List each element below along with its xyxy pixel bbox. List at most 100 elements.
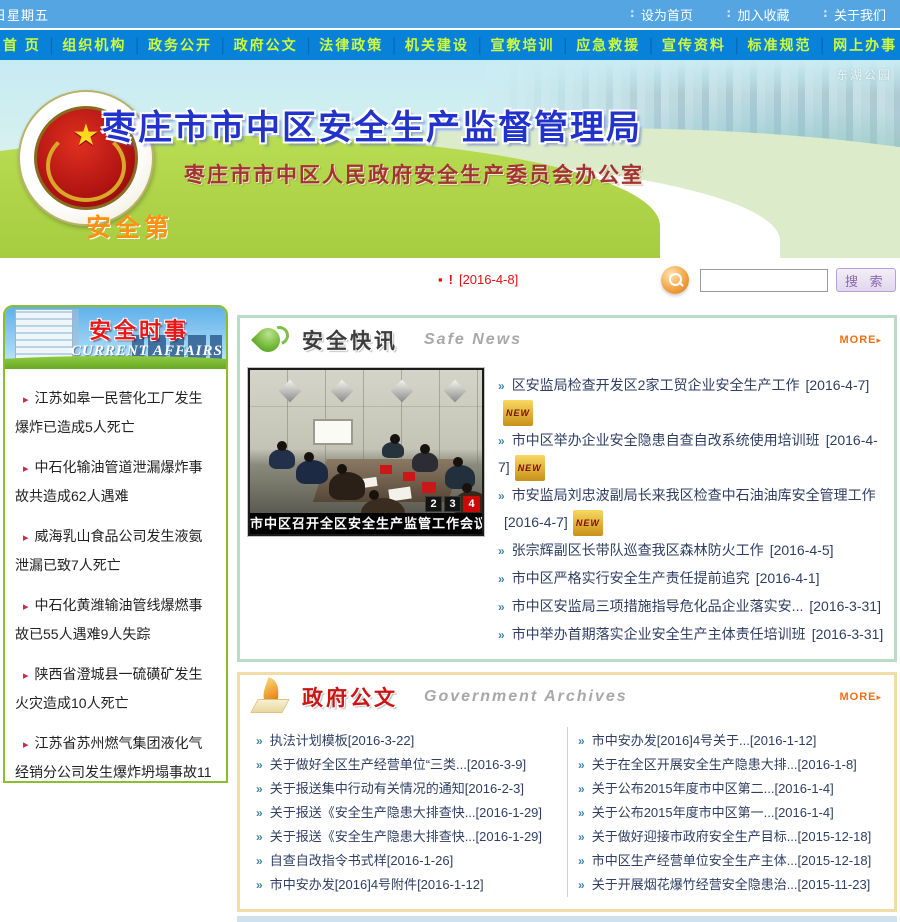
page-button-3[interactable]: 3	[444, 496, 461, 512]
doc-link[interactable]: 市中区生产经营单位安全生产主体...	[592, 853, 798, 868]
list-item[interactable]: »市中安办发[2016]4号附件[2016-1-12]	[256, 873, 559, 897]
nav-separator: ｜	[557, 33, 573, 57]
megaphone-icon	[252, 323, 292, 357]
news-date: [2016-3-31]	[812, 626, 884, 642]
news-text: 中石化黄潍输油管线爆燃事故已55人遇难9人失踪	[15, 597, 203, 642]
news-link[interactable]: 区安监局检查开发区2家工贸企业安全生产工作	[512, 377, 800, 393]
doc-link[interactable]: 关于在全区开展安全生产隐患大排...	[592, 757, 798, 772]
more-link[interactable]: MORE▸	[839, 334, 882, 346]
photo-person	[329, 472, 365, 500]
site-title-block: 枣庄市市中区安全生产监督管理局 枣庄市市中区人民政府安全生产委员会办公室	[102, 100, 644, 189]
site-subtitle: 枣庄市市中区人民政府安全生产委员会办公室	[184, 159, 644, 189]
list-item[interactable]: » 关于公布2015年度市中区第一...[2016-1-4]	[578, 801, 880, 825]
safe-news-header: 安全快讯 Safe News MORE▸	[240, 318, 894, 362]
nav-item-laws[interactable]: 法律政策	[319, 35, 383, 55]
nav-item-agency-building[interactable]: 机关建设	[405, 35, 469, 55]
doc-link[interactable]: 关于开展烟花爆竹经营安全隐患治...	[592, 877, 798, 892]
news-link[interactable]: 市中区举办企业安全隐患自查自改系统使用培训班	[512, 432, 820, 448]
section-subtitle: Safe News	[424, 331, 522, 349]
news-date: [2016-3-31]	[809, 598, 881, 614]
nav-item-gov-affairs[interactable]: 政务公开	[148, 35, 212, 55]
add-favorite-link[interactable]: ∶加入收藏	[727, 5, 790, 24]
list-item[interactable]: »关于报送集中行动有关情况的通知[2016-2-3]	[256, 777, 559, 801]
about-us-link[interactable]: ∶关于我们	[823, 5, 886, 24]
list-item[interactable]: ▸中石化黄潍输油管线爆燃事故已55人遇难9人失踪	[15, 592, 216, 648]
list-item[interactable]: »市中区安监局三项措施指导危化品企业落实安...[2016-3-31]	[498, 593, 884, 620]
more-link[interactable]: MORE▸	[839, 691, 882, 703]
list-item[interactable]: »关于做好迎接市政府安全生产目标...[2015-12-18]	[578, 825, 880, 849]
arrow-icon: »	[256, 758, 263, 772]
list-item[interactable]: »市中区举办企业安全隐患自查自改系统使用培训班[2016-4-7]NEW	[498, 427, 884, 481]
nav-item-gov-documents[interactable]: 政府公文	[234, 35, 298, 55]
link-label: 加入收藏	[737, 5, 789, 24]
list-item[interactable]: »关于报送《安全生产隐患大排查快...[2016-1-29]	[256, 801, 559, 825]
arrow-icon: »	[578, 878, 585, 892]
date-value: [2016-4-8]	[459, 272, 518, 287]
list-item[interactable]: »关于公布2015年度市中区第二...[2016-1-4]	[578, 777, 880, 801]
list-item[interactable]: »市中举办首期落实企业安全生产主体责任培训班[2016-3-31]	[498, 621, 884, 648]
list-item[interactable]: ▸中石化输油管道泄漏爆炸事故共造成62人遇难	[15, 454, 216, 510]
nav-separator: ｜	[643, 33, 659, 57]
nav-item-emergency[interactable]: 应急救援	[576, 35, 640, 55]
doc-link[interactable]: 市中安办发[2016]4号关于...	[592, 733, 750, 748]
doc-link[interactable]: 执法计划模板	[270, 733, 348, 748]
nav-separator: ｜	[472, 33, 488, 57]
nav-item-home[interactable]: 首 页	[3, 35, 41, 55]
bullet-icon: ▪	[438, 272, 443, 287]
list-item[interactable]: »关于报送《安全生产隐患大排查快...[2016-1-29]	[256, 825, 559, 849]
doc-link[interactable]: 关于做好迎接市政府安全生产目标...	[592, 829, 798, 844]
news-link[interactable]: 市安监局刘忠波副局长来我区检查中石油油库安全管理工作	[512, 487, 876, 503]
doc-date: [2016-1-4]	[774, 805, 833, 820]
arrow-icon: »	[498, 434, 505, 448]
arrow-icon: »	[578, 782, 585, 796]
set-homepage-link[interactable]: ∶设为首页	[630, 5, 693, 24]
doc-link[interactable]: 市中安办发[2016]4号附件	[270, 877, 417, 892]
news-link[interactable]: 张宗辉副区长带队巡查我区森林防火工作	[512, 542, 764, 558]
list-item[interactable]: »自查自改指令书式样[2016-1-26]	[256, 849, 559, 873]
list-item[interactable]: »关于做好全区生产经营单位“三类...[2016-3-9]	[256, 753, 559, 777]
list-item[interactable]: ▸江苏如皋一民营化工厂发生爆炸已造成5人死亡	[15, 385, 216, 441]
news-link[interactable]: 市中区严格实行安全生产责任提前追究	[512, 570, 750, 586]
arrow-icon: »	[578, 758, 585, 772]
list-item[interactable]: »执法计划模板[2016-3-22]	[256, 729, 559, 753]
doc-link[interactable]: 关于公布2015年度市中区第一...	[592, 805, 775, 820]
page-button-4-active[interactable]: 4	[463, 496, 480, 512]
current-date-text: 日星期五	[0, 5, 49, 24]
site-title: 枣庄市市中区安全生产监督管理局	[102, 100, 644, 149]
list-item[interactable]: ▸江苏省苏州燃气集团液化气经销分公司发生爆炸坍塌事故11人死亡	[15, 730, 216, 783]
search-button[interactable]: 搜 索	[836, 268, 896, 292]
list-item[interactable]: ▸威海乳山食品公司发生液氨泄漏已致7人死亡	[15, 523, 216, 579]
doc-link[interactable]: 关于报送《安全生产隐患大排查快...	[270, 805, 476, 820]
search-icon[interactable]	[661, 266, 689, 294]
doc-link[interactable]: 自查自改指令书式样	[270, 853, 387, 868]
news-link[interactable]: 市中举办首期落实企业安全生产主体责任培训班	[512, 626, 806, 642]
list-item[interactable]: »市中安办发[2016]4号关于...[2016-1-12]	[578, 729, 880, 753]
list-item[interactable]: »区安监局检查开发区2家工贸企业安全生产工作[2016-4-7]NEW	[498, 372, 884, 426]
nav-item-standards[interactable]: 标准规范	[747, 35, 811, 55]
arrow-icon: »	[578, 806, 585, 820]
doc-date: [2016-1-12]	[417, 877, 484, 892]
nav-item-publicity[interactable]: 宣传资料	[662, 35, 726, 55]
list-item[interactable]: »张宗辉副区长带队巡查我区森林防火工作[2016-4-5]	[498, 537, 884, 564]
nav-item-training[interactable]: 宣教培训	[491, 35, 555, 55]
doc-link[interactable]: 关于报送《安全生产隐患大排查快...	[270, 829, 476, 844]
list-item[interactable]: »市中区生产经营单位安全生产主体...[2015-12-18]	[578, 849, 880, 873]
news-photo-carousel[interactable]: 2 3 4 市中区召开全区安全生产监管工作会议	[248, 368, 484, 536]
list-item[interactable]: »市安监局刘忠波副局长来我区检查中石油油库安全管理工作[2016-4-7]NEW	[498, 482, 884, 536]
list-item[interactable]: ▸陕西省澄城县一硫磺矿发生火灾造成10人死亡	[15, 661, 216, 717]
doc-link[interactable]: 关于做好全区生产经营单位“三类...	[270, 757, 467, 772]
photo-person	[296, 460, 328, 484]
list-item[interactable]: »市中区严格实行安全生产责任提前追究[2016-4-1]	[498, 565, 884, 592]
news-link[interactable]: 市中区安监局三项措施指导危化品企业落实安...	[512, 598, 804, 614]
sidebar-subtitle: CURRENT AFFAIRS	[71, 343, 223, 360]
more-arrow-icon: ▸	[876, 335, 882, 345]
list-item[interactable]: »关于在全区开展安全生产隐患大排...[2016-1-8]	[578, 753, 880, 777]
page-button-2[interactable]: 2	[425, 496, 442, 512]
nav-item-online-service[interactable]: 网上办事	[833, 35, 897, 55]
list-item[interactable]: »关于开展烟花爆竹经营安全隐患治...[2015-11-23]	[578, 873, 880, 897]
search-input[interactable]	[700, 269, 828, 292]
nav-separator: ｜	[44, 33, 60, 57]
sidebar-header: 安全时事 CURRENT AFFAIRS	[5, 307, 226, 369]
doc-date: [2016-1-29]	[476, 829, 543, 844]
nav-item-organization[interactable]: 组织机构	[62, 35, 126, 55]
